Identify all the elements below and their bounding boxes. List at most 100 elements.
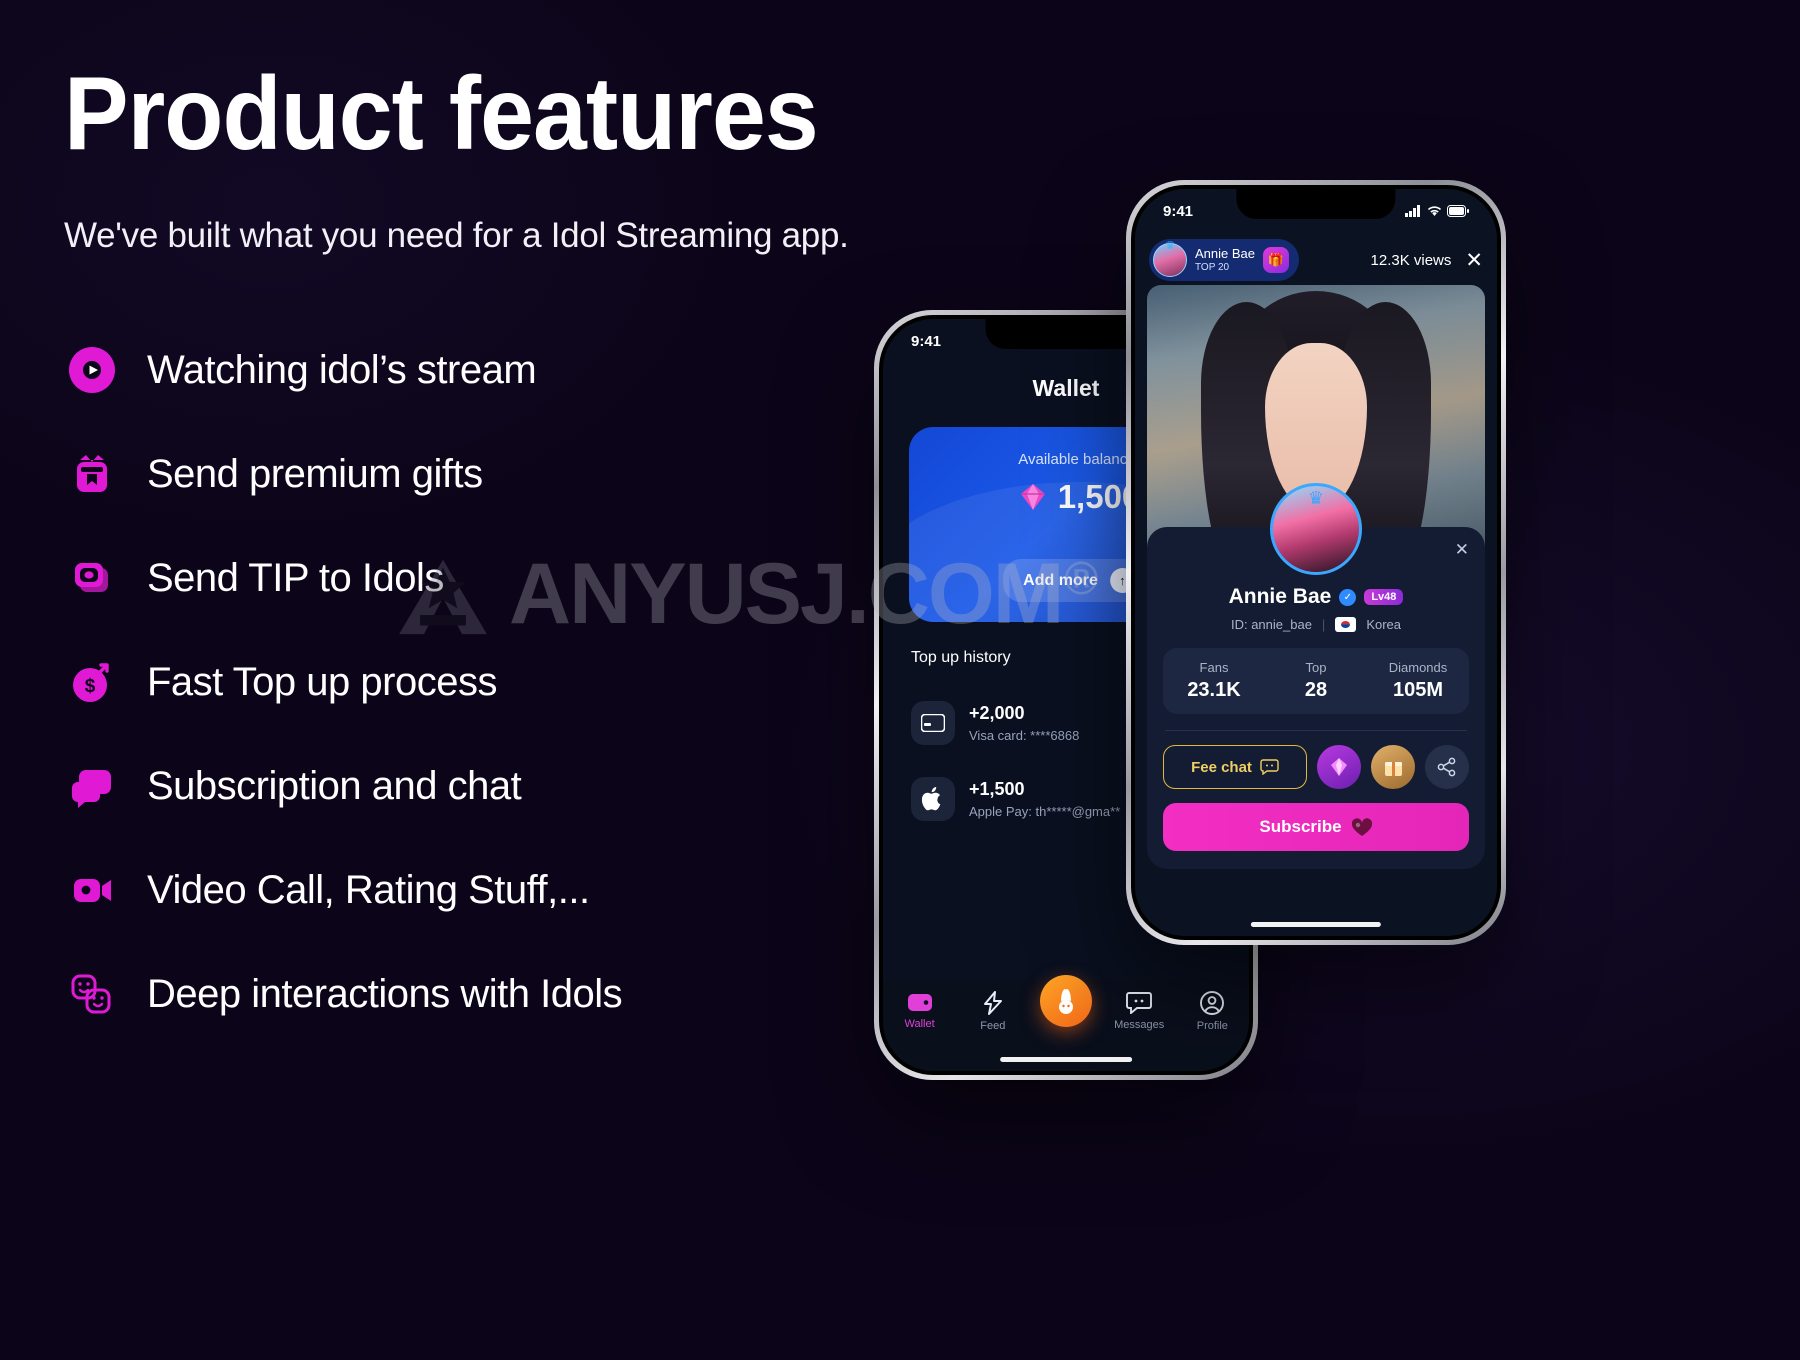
profile-name-row: Annie Bae ✓ Lv48 [1163, 585, 1469, 609]
korea-flag-icon [1335, 617, 1357, 632]
heart-icon [1351, 817, 1372, 836]
tab-wallet[interactable]: Wallet [888, 991, 952, 1030]
status-time: 9:41 [1163, 202, 1194, 220]
apple-icon [911, 777, 955, 821]
tab-label: Messages [1114, 1019, 1165, 1031]
profile-id: ID: annie_bae [1230, 617, 1312, 632]
views-group: 12.3K views ✕ [1371, 250, 1483, 271]
profile-stats: Fans 23.1K Top 28 Diamonds 105M [1163, 648, 1469, 714]
play-circle-icon [64, 342, 120, 398]
phone-mockup-live: 9:41 ♛ Annie Bae TOP 20 🎁 12.3K views ✕ … [1126, 180, 1506, 945]
message-icon [1126, 992, 1153, 1014]
page-title: Product features [64, 56, 819, 172]
subscribe-label: Subscribe [1259, 817, 1342, 836]
history-source: Visa card: ****6868 [969, 728, 1080, 743]
feature-item-fast-topup: $ Fast Top up process [64, 630, 944, 734]
history-title: Top up history [911, 649, 1011, 666]
close-icon[interactable]: ✕ [1465, 250, 1483, 271]
verified-badge-icon: ✓ [1339, 588, 1357, 606]
avatar[interactable]: ♛ [1270, 483, 1362, 575]
feature-label: Send TIP to Idols [147, 555, 444, 600]
divider [1165, 730, 1467, 731]
crown-icon: ♛ [1307, 488, 1325, 508]
feature-label: Send premium gifts [147, 451, 483, 496]
stat-label: Top [1305, 660, 1327, 675]
history-source: Apple Pay: th*****@gma** [969, 804, 1121, 819]
share-button[interactable] [1425, 745, 1469, 789]
feature-label: Fast Top up process [147, 659, 497, 704]
history-amount: +1,500 [969, 779, 1025, 799]
gem-icon [1331, 758, 1347, 776]
home-indicator [1250, 922, 1382, 927]
add-more-label: Add more [1023, 571, 1098, 589]
streamer-pill[interactable]: ♛ Annie Bae TOP 20 🎁 [1149, 239, 1299, 281]
battery-icon [1447, 205, 1469, 217]
feature-label: Subscription and chat [147, 763, 522, 808]
home-indicator [1000, 1057, 1132, 1062]
person-icon [1200, 991, 1225, 1015]
tab-feed[interactable]: Feed [961, 991, 1025, 1032]
stat-label: Diamonds [1388, 660, 1448, 675]
money-stack-icon [64, 550, 120, 606]
feature-item-premium-gifts: Send premium gifts [64, 422, 944, 526]
stat-value: 105M [1392, 679, 1444, 701]
slide-content: Product features We've built what you ne… [64, 62, 944, 1046]
tab-profile[interactable]: Profile [1180, 991, 1244, 1032]
cellular-icon [1405, 205, 1420, 217]
crown-icon: ♛ [1165, 240, 1175, 252]
gem-button[interactable] [1317, 745, 1361, 789]
credit-card-icon [911, 701, 955, 745]
bolt-icon [983, 991, 1002, 1015]
profile-country: Korea [1366, 617, 1402, 632]
stat-fans: Fans 23.1K [1163, 660, 1265, 702]
fee-chat-button[interactable]: Fee chat [1163, 745, 1307, 789]
phone-notch [985, 319, 1147, 349]
feature-list: Watching idol’s stream Send premium gift… [64, 318, 944, 1046]
feature-item-deep-interactions: Deep interactions with Idols [64, 942, 944, 1046]
feature-label: Watching idol’s stream [147, 347, 537, 392]
fee-chat-label: Fee chat [1191, 758, 1252, 776]
streamer-rank: TOP 20 [1195, 261, 1230, 273]
stat-label: Fans [1199, 660, 1229, 675]
status-icons [1405, 205, 1469, 217]
live-header: ♛ Annie Bae TOP 20 🎁 12.3K views ✕ [1149, 239, 1483, 281]
action-row: Fee chat [1163, 745, 1469, 789]
chat-bubbles-icon [64, 758, 120, 814]
dollar-coin-icon: $ [64, 654, 120, 710]
chat-icon [1260, 759, 1279, 775]
profile-card: ♛ ✕ Annie Bae ✓ Lv48 ID: annie_bae | Kor… [1147, 483, 1485, 869]
tab-label: Wallet [904, 1018, 935, 1030]
gift-button[interactable] [1371, 745, 1415, 789]
wallet-icon [907, 994, 932, 1011]
wifi-icon [1427, 206, 1442, 216]
tab-label: Profile [1196, 1020, 1228, 1032]
tab-label: Feed [980, 1020, 1006, 1032]
subscribe-button[interactable]: Subscribe [1163, 803, 1469, 851]
live-screen: 9:41 ♛ Annie Bae TOP 20 🎁 12.3K views ✕ … [1135, 189, 1497, 936]
stat-top: Top 28 [1265, 660, 1367, 702]
status-time: 9:41 [911, 332, 942, 350]
history-amount: +2,000 [969, 703, 1025, 723]
profile-name: Annie Bae [1228, 585, 1332, 608]
tab-create[interactable] [1034, 975, 1098, 1032]
svg-text:$: $ [85, 676, 96, 697]
stat-value: 28 [1304, 679, 1328, 701]
level-badge: Lv48 [1364, 589, 1404, 605]
page-subtitle: We've built what you need for a Idol Str… [64, 216, 849, 255]
video-camera-icon [64, 862, 120, 918]
tab-messages[interactable]: Messages [1107, 991, 1171, 1031]
feature-item-video-call: Video Call, Rating Stuff,... [64, 838, 944, 942]
share-icon [1437, 757, 1456, 777]
bunny-icon [1039, 975, 1092, 1027]
gift-icon [1384, 761, 1402, 776]
close-icon[interactable]: ✕ [1455, 541, 1469, 558]
gift-chip-icon[interactable]: 🎁 [1263, 247, 1289, 273]
feature-item-subscription-chat: Subscription and chat [64, 734, 944, 838]
feature-label: Video Call, Rating Stuff,... [147, 867, 590, 912]
feature-label: Deep interactions with Idols [147, 971, 623, 1016]
stat-diamonds: Diamonds 105M [1367, 660, 1469, 702]
stat-value: 23.1K [1187, 679, 1241, 701]
meta-divider: | [1321, 617, 1326, 632]
gift-icon [64, 446, 120, 502]
avatar: ♛ [1153, 240, 1187, 277]
